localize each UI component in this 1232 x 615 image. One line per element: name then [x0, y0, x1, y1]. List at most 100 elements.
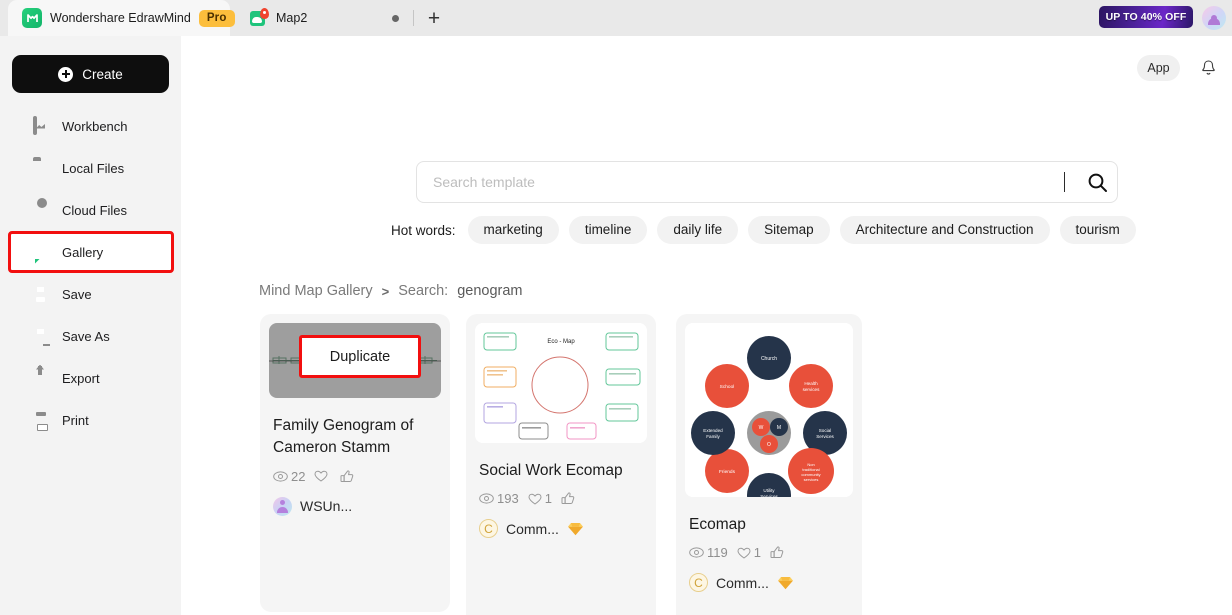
- application-window: Wondershare EdrawMind Pro Map2 + UP TO 4…: [0, 0, 1232, 615]
- thumbnail-ecomap-boxes: Eco - Map: [475, 323, 647, 443]
- new-tab-button[interactable]: +: [422, 6, 446, 30]
- card-author[interactable]: WSUn...: [260, 484, 450, 516]
- sidebar-label-local-files: Local Files: [62, 160, 125, 176]
- thumbs-up-icon: [340, 470, 354, 482]
- svg-text:O: O: [767, 442, 771, 448]
- gallery-icon: [33, 244, 50, 261]
- app-button[interactable]: App: [1137, 55, 1180, 81]
- svg-text:Extended: Extended: [703, 428, 723, 433]
- author-name: Comm...: [716, 574, 769, 591]
- sidebar-label-save: Save: [62, 286, 92, 302]
- card-author[interactable]: C Comm...: [466, 506, 656, 539]
- svg-text:Health: Health: [804, 381, 818, 386]
- sidebar-item-gallery[interactable]: Gallery: [8, 231, 174, 273]
- svg-text:M: M: [777, 425, 781, 431]
- create-button[interactable]: Create: [12, 55, 169, 93]
- heart-icon: [528, 493, 542, 505]
- template-card-family-genogram[interactable]: Duplicate Family Genogram of Cameron Sta…: [260, 314, 450, 612]
- card-stats: 22: [260, 460, 450, 484]
- views-stat: 119: [689, 545, 728, 560]
- hot-word-daily-life[interactable]: daily life: [657, 216, 739, 244]
- svg-text:Friends: Friends: [719, 469, 736, 475]
- hot-word-architecture-and-construction[interactable]: Architecture and Construction: [839, 216, 1050, 244]
- search-input[interactable]: [417, 174, 1064, 190]
- search-button[interactable]: [1077, 162, 1117, 202]
- sidebar-item-save[interactable]: Save: [10, 277, 171, 311]
- views-stat: 22: [273, 469, 305, 484]
- export-icon: [33, 370, 50, 387]
- sidebar-item-local-files[interactable]: Local Files: [10, 151, 171, 185]
- svg-text:Services: Services: [760, 494, 778, 497]
- breadcrumb-search-term: genogram: [457, 283, 523, 299]
- author-avatar: [273, 496, 292, 516]
- thumbs-up-stat[interactable]: [340, 470, 354, 483]
- sidebar: Create Workbench Local Files Cloud Files…: [0, 36, 181, 615]
- sidebar-item-cloud-files[interactable]: Cloud Files: [10, 193, 171, 227]
- author-name: WSUn...: [300, 498, 353, 515]
- create-button-label: Create: [82, 66, 123, 82]
- save-icon: [33, 286, 50, 303]
- card-title: Ecomap: [689, 516, 746, 533]
- svg-text:Services: Services: [816, 434, 834, 439]
- cloud-icon: [33, 202, 50, 219]
- map-file-icon: [250, 8, 269, 27]
- likes-count: 1: [753, 545, 761, 561]
- template-thumbnail-social-work-ecomap[interactable]: Eco - Map: [475, 323, 647, 443]
- svg-text:Utility: Utility: [763, 488, 775, 493]
- duplicate-button[interactable]: Duplicate: [299, 335, 421, 378]
- likes-stat[interactable]: 1: [737, 545, 761, 560]
- hot-word-tourism[interactable]: tourism: [1059, 216, 1136, 244]
- hot-words-row: Hot words: marketing timeline daily life…: [391, 216, 1136, 244]
- sidebar-label-gallery: Gallery: [62, 244, 104, 260]
- sidebar-item-save-as[interactable]: Save As: [10, 319, 171, 353]
- svg-text:services: services: [804, 477, 819, 482]
- card-author[interactable]: C Comm...: [676, 560, 862, 593]
- breadcrumb-separator-icon: >: [381, 283, 390, 299]
- template-thumbnail-ecomap[interactable]: Church Health services Social Services N…: [685, 323, 853, 497]
- svg-text:Eco - Map: Eco - Map: [547, 339, 575, 345]
- card-stats: 119 1: [676, 536, 862, 560]
- hot-word-sitemap[interactable]: Sitemap: [748, 216, 830, 244]
- views-count: 193: [497, 491, 519, 507]
- template-card-ecomap[interactable]: Church Health services Social Services N…: [676, 314, 862, 615]
- gallery-content-panel: Hot words: marketing timeline daily life…: [181, 108, 1232, 615]
- sidebar-item-workbench[interactable]: Workbench: [10, 109, 171, 143]
- edrawmind-logo-icon: [22, 8, 42, 28]
- tab-separator: [413, 10, 414, 26]
- hot-word-marketing[interactable]: marketing: [467, 216, 559, 244]
- hot-words-label: Hot words:: [391, 222, 456, 238]
- views-count: 22: [291, 468, 306, 484]
- thumbs-up-stat[interactable]: [770, 546, 784, 559]
- search-bar[interactable]: [416, 161, 1118, 203]
- sidebar-item-export[interactable]: Export: [10, 361, 171, 395]
- eye-icon: [689, 547, 704, 559]
- search-icon: [1088, 173, 1107, 192]
- thumbs-up-icon: [561, 492, 575, 505]
- sidebar-label-workbench: Workbench: [62, 118, 128, 134]
- folder-icon: [33, 160, 50, 177]
- save-as-icon: [33, 328, 50, 345]
- tab-overflow-dot[interactable]: [392, 15, 399, 22]
- tab-label-edrawmind: Wondershare EdrawMind: [50, 11, 191, 25]
- heart-icon: [314, 471, 328, 483]
- template-card-social-work-ecomap[interactable]: Eco - Map Social Work Ecomap 193 1 C Com…: [466, 314, 656, 615]
- likes-stat[interactable]: [314, 470, 331, 483]
- svg-text:services: services: [803, 387, 821, 392]
- likes-stat[interactable]: 1: [528, 491, 552, 506]
- main-top-bar: App: [181, 36, 1232, 108]
- breadcrumb-root[interactable]: Mind Map Gallery: [259, 283, 373, 299]
- author-name: Comm...: [506, 520, 559, 537]
- thumbs-up-stat[interactable]: [561, 492, 575, 505]
- promo-banner[interactable]: UP TO 40% OFF: [1099, 6, 1193, 28]
- tab-edrawmind-app[interactable]: Wondershare EdrawMind Pro: [8, 0, 235, 36]
- svg-text:Social: Social: [819, 428, 832, 433]
- print-icon: [33, 412, 50, 429]
- sidebar-label-print: Print: [62, 412, 89, 428]
- template-thumbnail-genogram[interactable]: Duplicate: [269, 323, 441, 398]
- hot-word-timeline[interactable]: timeline: [568, 216, 648, 244]
- sidebar-item-print[interactable]: Print: [10, 403, 171, 437]
- author-avatar: C: [689, 573, 708, 593]
- notification-bell-icon[interactable]: [1196, 56, 1220, 80]
- user-avatar[interactable]: [1202, 6, 1226, 30]
- plus-icon: [58, 66, 74, 82]
